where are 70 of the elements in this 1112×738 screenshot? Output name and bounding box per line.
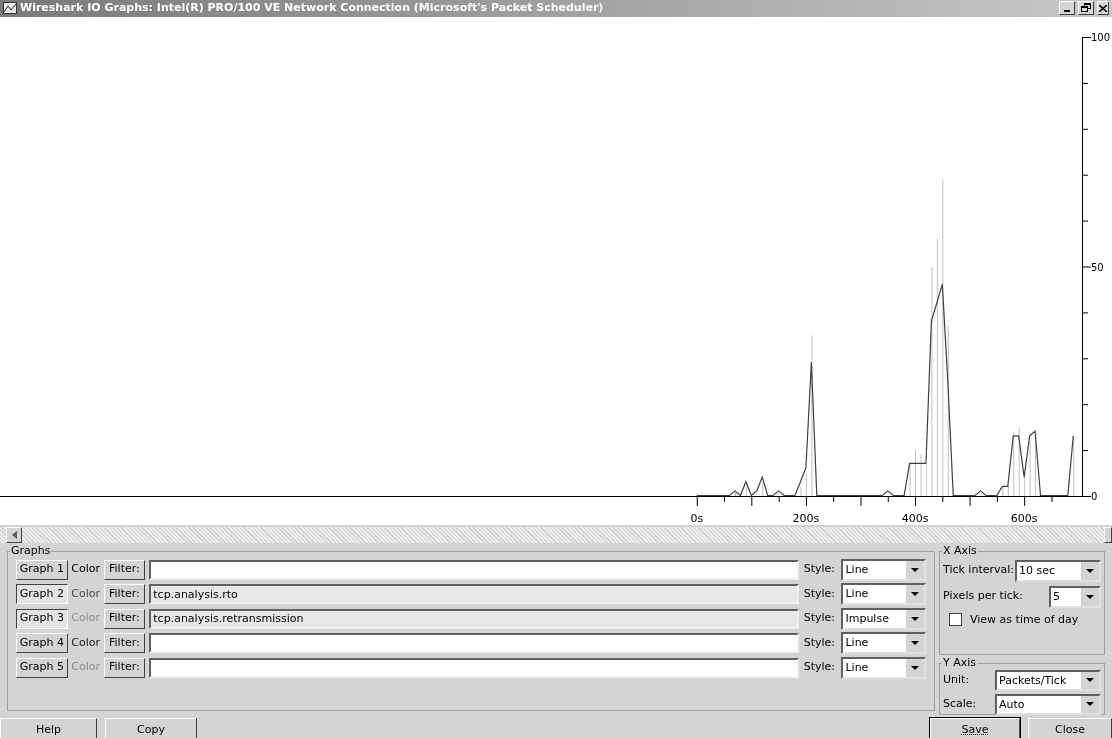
tick-interval-dropdown[interactable]: 10 sec <box>1015 559 1101 582</box>
color-label: Color <box>70 634 101 651</box>
horizontal-scrollbar[interactable] <box>0 526 1112 543</box>
field-label: Style: <box>803 585 836 602</box>
field-label: Style: <box>803 561 836 578</box>
restore-button[interactable] <box>1078 1 1094 16</box>
y-tick-label: 50 <box>1091 261 1104 272</box>
graph-toggle-button[interactable]: Graph 2 <box>16 584 68 604</box>
graph-toggle-button[interactable]: Graph 1 <box>16 559 68 580</box>
dropdown-arrow-icon <box>911 592 919 596</box>
filter-button[interactable]: Filter: <box>103 559 146 580</box>
color-label: Color <box>70 610 101 627</box>
color-label: Color <box>70 659 101 676</box>
dialog-button[interactable]: Help <box>0 717 97 738</box>
filter-button[interactable]: Filter: <box>103 657 146 678</box>
filter-field[interactable] <box>149 559 799 580</box>
dialog-button[interactable]: Save <box>930 717 1020 738</box>
left-arrow-icon <box>11 530 17 539</box>
field-label: Unit: <box>943 671 971 688</box>
window-title: Wireshark IO Graphs: Intel(R) PRO/100 VE Network Connection (Microsoft's Packet Scheduler) <box>20 0 605 16</box>
dialog-button[interactable]: Copy <box>105 717 197 738</box>
style-dropdown[interactable]: Impulse <box>841 607 926 630</box>
dropdown-arrow-icon <box>1086 594 1094 599</box>
pixels-per-tick-dropdown[interactable]: 5 <box>1049 585 1101 608</box>
filter-field[interactable] <box>149 633 799 653</box>
color-label: Color <box>70 561 101 578</box>
dropdown-arrow-icon <box>911 665 919 670</box>
y-tick-label: 100 <box>1091 31 1111 43</box>
checkbox-label: View as time of day <box>970 611 1079 628</box>
field-label: Tick interval: <box>943 562 1014 579</box>
style-dropdown[interactable]: Line <box>841 656 926 679</box>
style-dropdown[interactable]: Line <box>841 558 926 581</box>
dialog-button[interactable]: Close <box>1028 717 1112 738</box>
filter-field[interactable] <box>149 657 799 678</box>
field-label: Style: <box>803 659 836 676</box>
dropdown-arrow-icon <box>1086 568 1094 573</box>
style-dropdown[interactable]: Line <box>841 583 926 605</box>
scale-dropdown[interactable]: Auto <box>995 693 1101 715</box>
dropdown-arrow-icon <box>911 567 919 572</box>
dropdown-arrow-icon <box>1086 702 1094 706</box>
filter-button[interactable]: Filter: <box>103 584 146 604</box>
field-label: Style: <box>803 610 836 627</box>
filter-button[interactable]: Filter: <box>103 633 146 653</box>
graph-toggle-button[interactable]: Graph 5 <box>16 657 68 678</box>
scroll-right-button[interactable] <box>1104 526 1112 543</box>
x-tick-label: 200s <box>792 511 820 525</box>
graph-toggle-button[interactable]: Graph 3 <box>16 608 68 629</box>
filter-field[interactable]: tcp.analysis.rto <box>149 584 799 604</box>
group-title: Graphs <box>10 543 52 558</box>
x-tick-label: 0s <box>690 511 704 525</box>
filter-button[interactable]: Filter: <box>103 608 146 629</box>
checkbox[interactable] <box>949 613 962 627</box>
scroll-left-button[interactable] <box>6 526 22 543</box>
x-tick-label: 600s <box>1010 511 1038 525</box>
field-label: Scale: <box>943 695 978 712</box>
x-tick-label: 400s <box>901 511 929 525</box>
dropdown-arrow-icon <box>1086 678 1094 682</box>
filter-field[interactable]: tcp.analysis.retransmission <box>149 608 799 629</box>
unit-dropdown[interactable]: Packets/Tick <box>995 669 1101 691</box>
y-tick-label: 0 <box>1091 490 1098 502</box>
color-label: Color <box>70 585 101 602</box>
style-dropdown[interactable]: Line <box>841 632 926 654</box>
minimize-button[interactable] <box>1059 1 1075 16</box>
field-label: Style: <box>803 634 836 651</box>
graph-toggle-button[interactable]: Graph 4 <box>16 633 68 653</box>
dropdown-arrow-icon <box>911 616 919 621</box>
close-window-button[interactable] <box>1097 1 1109 16</box>
graph-icon <box>3 2 17 15</box>
field-label: Pixels per tick: <box>943 588 1024 605</box>
dropdown-arrow-icon <box>911 641 919 645</box>
